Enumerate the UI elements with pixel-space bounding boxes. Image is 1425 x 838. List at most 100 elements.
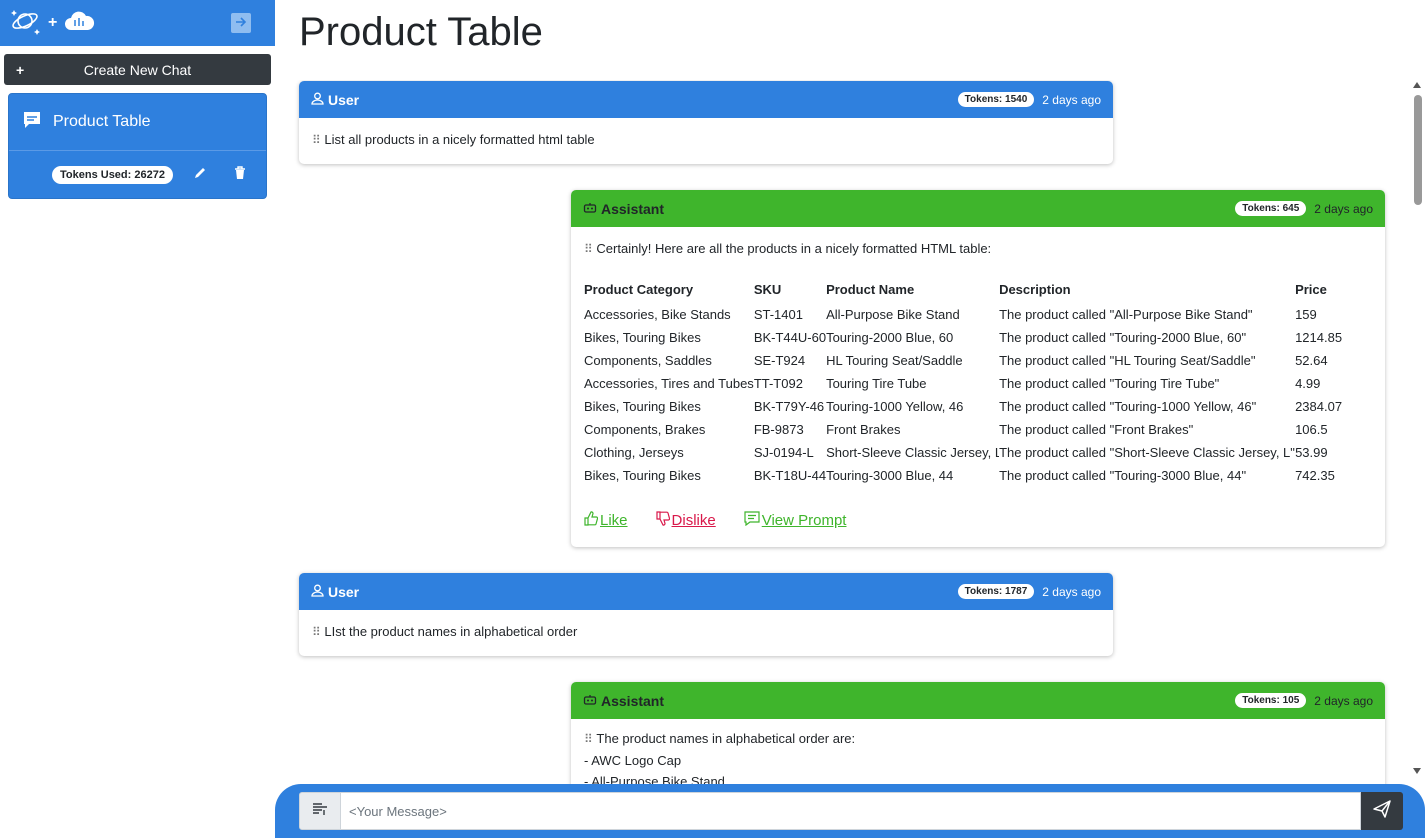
dislike-label: Dislike [671,512,716,529]
message-timestamp: 2 days ago [1314,201,1373,216]
chat-scrollbar[interactable] [1409,80,1425,780]
table-cell: BK-T79Y-46 [753,399,825,414]
message-header: Assistant Tokens: 645 2 days ago [571,190,1385,227]
table-cell: Short-Sleeve Classic Jersey, L [826,445,1000,460]
column-header: Description [999,281,1071,297]
message-body: ⠿ Certainly! Here are all the products i… [571,227,1385,544]
table-cell: Components, Brakes [584,422,706,437]
table-cell: The product called "Short-Sleeve Classic… [999,445,1295,460]
table-cell: HL Touring Seat/Saddle [826,353,963,368]
message-body: ⠿ List all products in a nicely formatte… [299,118,1113,161]
table-cell: Bikes, Touring Bikes [584,330,701,345]
drag-handle-icon[interactable]: ⠿ [312,625,321,639]
products-table: Product Category SKU Product Name Descri… [584,280,1355,487]
table-cell: Components, Saddles [584,353,712,368]
table-cell: 52.64 [1295,353,1328,368]
table-row: Accessories, Bike Stands ST-1401 All-Pur… [584,303,1355,326]
message-timestamp: 2 days ago [1314,693,1373,708]
message-role: Assistant [601,692,665,709]
planet-icon [10,6,42,41]
table-cell: 742.35 [1295,468,1335,483]
column-header: Product Name [826,281,915,297]
app-logo: + [10,6,95,41]
table-cell: 4.99 [1295,376,1321,391]
arrow-right-icon [235,14,247,32]
message-text: The product names in alphabetical order … [596,731,856,746]
table-cell: Touring-3000 Blue, 44 [826,468,954,483]
dislike-button[interactable]: Dislike [655,511,716,530]
drag-handle-icon[interactable]: ⠿ [312,133,321,147]
table-cell: Bikes, Touring Bikes [584,399,701,414]
robot-icon [583,693,597,709]
message-header: User Tokens: 1787 2 days ago [299,573,1113,610]
app-root: + + Create New Chat Product Table Tokens… [0,0,1425,838]
table-cell: The product called "Touring-1000 Yellow,… [999,399,1257,414]
logo-plus-icon: + [48,14,58,31]
trash-icon [234,165,246,185]
table-cell: Clothing, Jerseys [584,445,684,460]
prompt-icon [744,511,760,530]
sidebar-chat-item-product-table[interactable]: Product Table Tokens Used: 26272 [8,93,267,199]
sidebar-collapse-button[interactable] [231,13,251,33]
page-title: Product Table [299,10,543,54]
table-cell: Front Brakes [826,422,901,437]
text-format-icon [312,802,328,821]
table-row: Bikes, Touring Bikes BK-T44U-60 Touring-… [584,326,1355,349]
table-row: Bikes, Touring Bikes BK-T18U-44 Touring-… [584,464,1355,487]
table-cell: BK-T18U-44 [753,468,827,483]
message-header: Assistant Tokens: 105 2 days ago [571,682,1385,719]
drag-handle-icon[interactable]: ⠿ [584,732,593,746]
table-cell: The product called "Touring-3000 Blue, 4… [999,468,1247,483]
chat-messages-area[interactable]: User Tokens: 1540 2 days ago ⠿ List all … [275,80,1410,785]
edit-chat-button[interactable] [187,163,213,187]
view-prompt-label: View Prompt [761,512,847,529]
table-cell: Touring Tire Tube [826,376,927,391]
message-tokens-badge: Tokens: 1787 [957,584,1035,599]
chat-item-header: Product Table [9,94,266,151]
message-timestamp: 2 days ago [1042,92,1101,107]
composer-input-group [299,792,1403,830]
create-new-chat-button[interactable]: + Create New Chat [4,54,271,85]
message-line: - AWC Logo Cap [584,753,682,768]
message-role: Assistant [601,200,665,217]
scroll-up-arrow-icon[interactable] [1413,82,1421,88]
table-cell: The product called "Touring Tire Tube" [999,376,1220,391]
format-options-button[interactable] [299,792,341,830]
main-panel: Product Table User Tokens: 1540 2 days a… [275,0,1425,838]
column-header: Product Category [584,281,694,297]
table-cell: 53.99 [1295,445,1328,460]
message-header: User Tokens: 1540 2 days ago [299,81,1113,118]
column-header: Price [1295,281,1327,297]
user-message: User Tokens: 1540 2 days ago ⠿ List all … [299,81,1113,164]
table-cell: Touring-1000 Yellow, 46 [826,399,964,414]
tokens-used-badge: Tokens Used: 26272 [52,166,173,184]
table-cell: Accessories, Bike Stands [584,307,731,322]
table-cell: 106.5 [1295,422,1328,437]
table-cell: ST-1401 [753,307,803,322]
table-cell: The product called "All-Purpose Bike Sta… [999,307,1253,322]
message-text: LIst the product names in alphabetical o… [324,624,578,639]
message-line: - All-Purpose Bike Stand [584,774,725,785]
chat-item-title: Product Table [53,113,151,130]
robot-icon [583,201,597,217]
user-message: User Tokens: 1787 2 days ago ⠿ LIst the … [299,573,1113,656]
message-role: User [328,91,360,108]
message-input[interactable] [341,792,1361,830]
send-button[interactable] [1361,792,1403,830]
table-row: Clothing, Jerseys SJ-0194-L Short-Sleeve… [584,441,1355,464]
like-button[interactable]: Like [584,511,628,530]
pencil-icon [193,166,207,185]
table-header-row: Product Category SKU Product Name Descri… [584,280,1355,303]
table-row: Bikes, Touring Bikes BK-T79Y-46 Touring-… [584,395,1355,418]
table-row: Components, Saddles SE-T924 HL Touring S… [584,349,1355,372]
message-tokens-badge: Tokens: 1540 [957,92,1035,107]
message-body: ⠿ The product names in alphabetical orde… [571,719,1385,785]
plus-icon: + [16,61,25,78]
scroll-down-arrow-icon[interactable] [1413,768,1421,774]
scrollbar-thumb[interactable] [1414,95,1422,205]
drag-handle-icon[interactable]: ⠿ [584,242,593,256]
view-prompt-button[interactable]: View Prompt [744,511,847,530]
chat-item-footer: Tokens Used: 26272 [9,151,266,199]
delete-chat-button[interactable] [227,163,253,187]
message-tokens-badge: Tokens: 645 [1235,201,1307,216]
